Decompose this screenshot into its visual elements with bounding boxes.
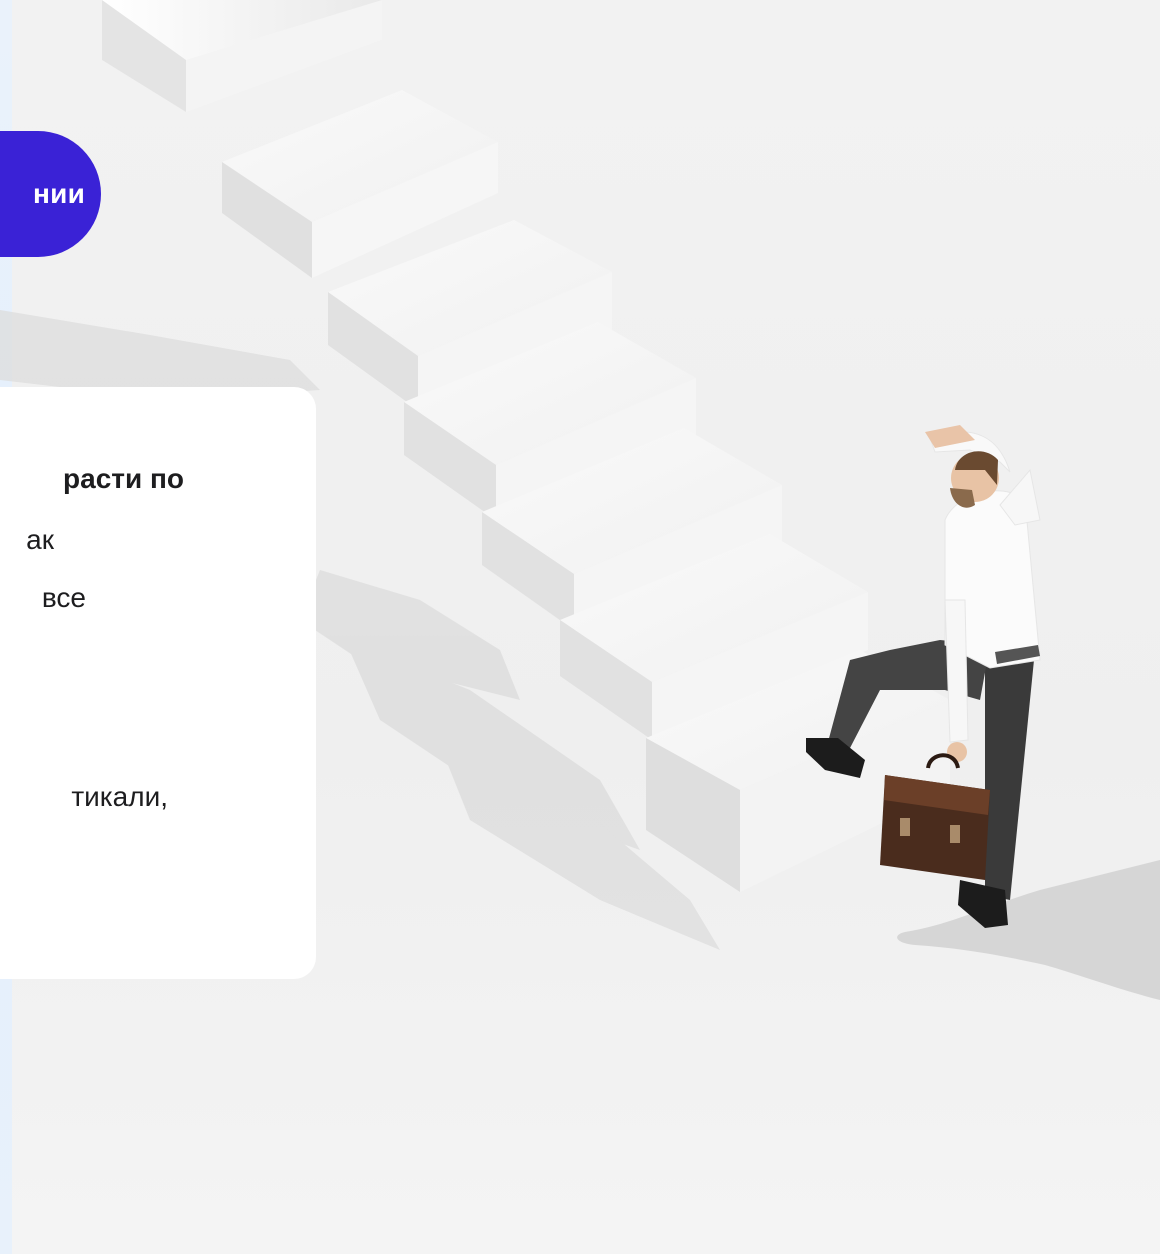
main-staircase: [328, 220, 950, 892]
man-shadow: [897, 860, 1160, 1000]
card-line: тикали,: [71, 781, 168, 812]
card-line: все: [41, 582, 86, 613]
card-line-bold: расти по: [63, 463, 184, 494]
info-card: расти по ак все тикали,: [0, 387, 316, 979]
card-line: ак: [26, 524, 54, 555]
floating-step-top: [102, 0, 382, 112]
badge-label: нии: [33, 178, 85, 209]
page: нии расти по ак все тикали,: [0, 0, 1160, 1254]
